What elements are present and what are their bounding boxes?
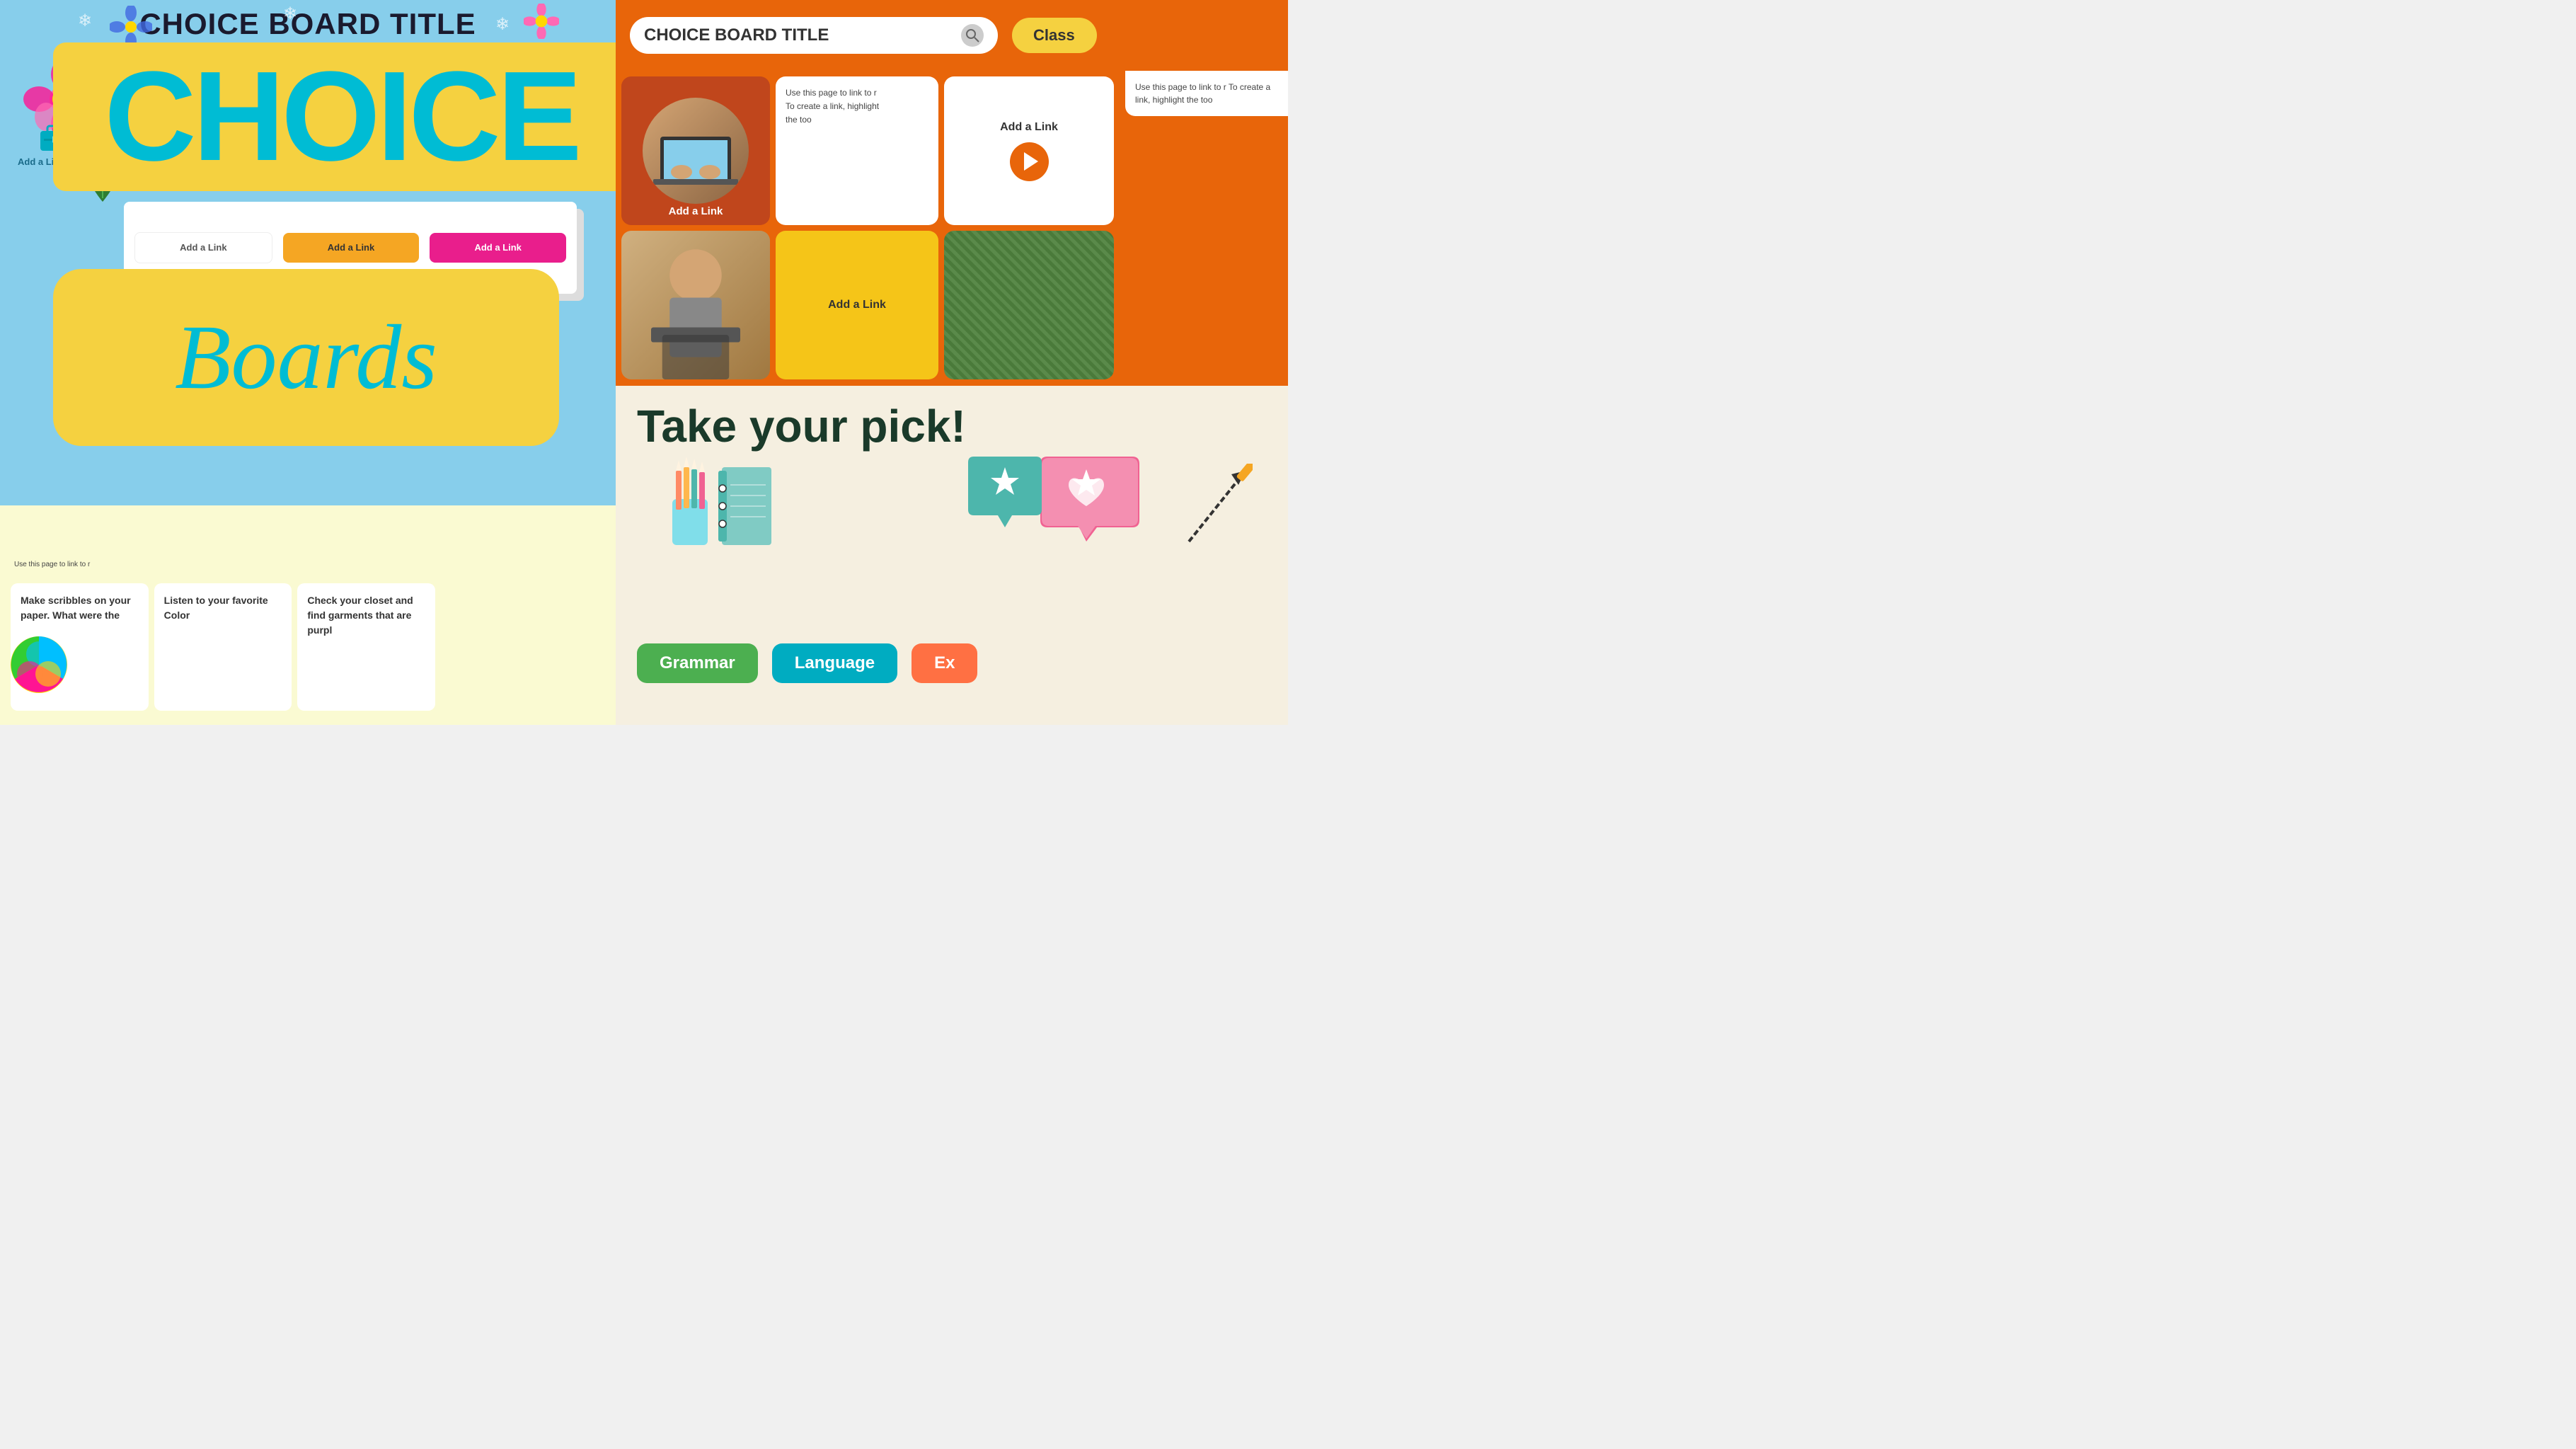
middle-card-2: Add a Link bbox=[283, 233, 420, 263]
choice-text: CHOICE bbox=[104, 53, 578, 181]
add-link-label-cell1: Add a Link bbox=[669, 205, 723, 217]
left-panel: ❄ ❄ ❄ bbox=[0, 0, 616, 725]
grammar-button[interactable]: Grammar bbox=[637, 643, 758, 683]
card1-label[interactable]: Add a Link bbox=[180, 242, 226, 253]
person-image-2 bbox=[621, 231, 770, 379]
snowflake-icon-3: ❄ bbox=[495, 14, 510, 35]
add-link-1[interactable]: Add a Link bbox=[621, 205, 770, 218]
grid-cell-2: Use this page to link to rTo create a li… bbox=[776, 76, 938, 225]
speech-bubble-teal-icon bbox=[962, 457, 1047, 538]
language-button[interactable]: Language bbox=[772, 643, 897, 683]
take-your-pick-heading-wrapper: Take your pick! bbox=[616, 386, 1288, 452]
search-icon[interactable] bbox=[961, 24, 984, 47]
card2-text: Listen to your favorite Color bbox=[164, 595, 268, 621]
right-panel: CHOICE BOARD TITLE Class Use this page t… bbox=[616, 0, 1288, 725]
cell2-text: Use this page to link to rTo create a li… bbox=[786, 88, 879, 125]
bottom-card-2: Listen to your favorite Color bbox=[154, 583, 292, 711]
left-bottom-area: Use this page to link to r Make scribble… bbox=[0, 505, 616, 725]
grid-cell-5[interactable]: Add a Link bbox=[776, 231, 938, 379]
card2-label[interactable]: Add a Link bbox=[328, 242, 374, 253]
for-text-box: Use this page to link to r To create a l… bbox=[1125, 71, 1288, 116]
grid-cell-4 bbox=[621, 231, 770, 379]
grid-cell-6 bbox=[944, 231, 1114, 379]
extra-button[interactable]: Ex bbox=[912, 643, 977, 683]
class-button[interactable]: Class bbox=[1012, 18, 1097, 53]
card3-label[interactable]: Add a Link bbox=[474, 242, 521, 253]
person-image-1 bbox=[643, 98, 749, 204]
pink-flower-top-right bbox=[524, 4, 559, 39]
notebook-icon bbox=[715, 464, 778, 552]
search-bar[interactable]: CHOICE BOARD TITLE bbox=[630, 17, 998, 54]
pencil-cup-icon bbox=[658, 457, 722, 552]
use-page-note: Use this page to link to r bbox=[14, 560, 90, 569]
add-link-label-cell5: Add a Link bbox=[828, 299, 886, 311]
play-button[interactable] bbox=[1010, 142, 1049, 181]
snowflake-icon-2: ❄ bbox=[283, 4, 297, 24]
take-your-pick-heading: Take your pick! bbox=[637, 400, 1267, 452]
middle-card-1: Add a Link bbox=[134, 232, 272, 263]
middle-card-3: Add a Link bbox=[430, 233, 566, 263]
boards-text: Boards bbox=[175, 304, 437, 411]
choice-banner: CHOICE bbox=[53, 42, 616, 191]
boards-banner: Boards bbox=[53, 269, 559, 446]
speech-bubble-star-icon bbox=[1033, 457, 1146, 552]
card1-text: Make scribbles on your paper. What were … bbox=[21, 595, 131, 621]
grid-area: Add a Link Use this page to link to rTo … bbox=[616, 71, 1125, 382]
search-bar-title: CHOICE BOARD TITLE bbox=[644, 25, 954, 45]
left-board-title: CHOICE BOARD TITLE bbox=[139, 7, 476, 41]
grid-cell-3[interactable]: Add a Link bbox=[944, 76, 1114, 225]
color-wheel bbox=[7, 633, 71, 697]
card3-text: Check your closet and find garments that… bbox=[307, 595, 413, 636]
for-text-content: Use this page to link to r To create a l… bbox=[1135, 82, 1270, 105]
take-your-pick-section: Take your pick! bbox=[616, 386, 1288, 725]
use-page-note-text: Use this page to link to r bbox=[14, 561, 90, 568]
blue-flower-icon bbox=[110, 6, 152, 48]
bottom-card-3: Check your closet and find garments that… bbox=[297, 583, 435, 711]
green-pattern bbox=[944, 231, 1114, 379]
grid-cell-1: Add a Link bbox=[621, 76, 770, 225]
play-triangle-icon bbox=[1024, 152, 1038, 171]
snowflake-icon: ❄ bbox=[78, 11, 92, 31]
arrow-pencil-icon bbox=[1182, 464, 1253, 552]
add-link-label-cell3: Add a Link bbox=[1000, 121, 1058, 134]
search-row: CHOICE BOARD TITLE Class bbox=[616, 0, 1288, 71]
subject-buttons: Grammar Language Ex bbox=[637, 643, 977, 683]
